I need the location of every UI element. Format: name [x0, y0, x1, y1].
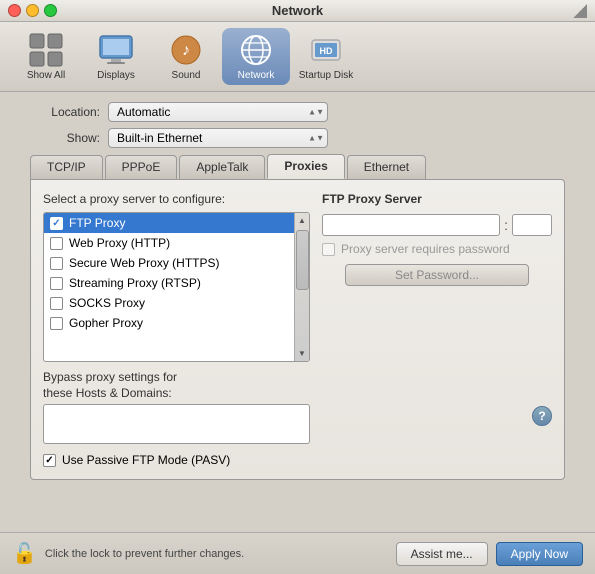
window-title: Network	[272, 3, 323, 18]
displays-label: Displays	[97, 70, 135, 81]
scroll-thumb[interactable]	[296, 230, 309, 290]
tab-pppoe[interactable]: PPPoE	[105, 155, 178, 179]
requires-password-row: Proxy server requires password	[322, 242, 552, 256]
proxy-scrollbar: ▲ ▼	[294, 213, 309, 361]
startup-disk-label: Startup Disk	[299, 70, 353, 81]
help-button[interactable]: ?	[532, 406, 552, 426]
minimize-button[interactable]	[26, 4, 39, 17]
bypass-label: Bypass proxy settings for these Hosts & …	[43, 370, 310, 401]
show-select[interactable]: Built-in Ethernet	[108, 128, 328, 148]
tab-appletalk[interactable]: AppleTalk	[179, 155, 265, 179]
network-icon	[238, 32, 274, 68]
toolbar-item-displays[interactable]: Displays	[82, 28, 150, 85]
lock-icon[interactable]: 🔓	[12, 541, 37, 566]
title-bar: Network	[0, 0, 595, 22]
toolbar-item-show-all[interactable]: Show All	[12, 28, 80, 85]
bypass-area: Bypass proxy settings for these Hosts & …	[43, 370, 310, 447]
requires-password-checkbox[interactable]	[322, 243, 335, 256]
proxy-item-streaming[interactable]: Streaming Proxy (RTSP)	[44, 273, 294, 293]
location-select-wrapper[interactable]: Automatic	[108, 102, 328, 122]
location-label: Location:	[20, 105, 100, 119]
left-column: Select a proxy server to configure: FTP …	[43, 192, 310, 467]
pasv-row: Use Passive FTP Mode (PASV)	[43, 453, 310, 467]
pasv-checkbox[interactable]	[43, 454, 56, 467]
proxy-item-ftp[interactable]: FTP Proxy	[44, 213, 294, 233]
ftp-server-row: :	[322, 214, 552, 236]
tab-bar: TCP/IP PPPoE AppleTalk Proxies Ethernet	[20, 154, 575, 179]
close-button[interactable]	[8, 4, 21, 17]
location-row: Location: Automatic	[20, 102, 575, 122]
ftp-proxy-label: FTP Proxy	[69, 216, 125, 230]
show-all-icon	[28, 32, 64, 68]
ftp-server-input[interactable]	[322, 214, 500, 236]
proxy-section-title: Select a proxy server to configure:	[43, 192, 310, 206]
show-row: Show: Built-in Ethernet	[20, 128, 575, 148]
socks-label: SOCKS Proxy	[69, 296, 145, 310]
ftp-port-input[interactable]	[512, 214, 552, 236]
show-select-wrapper[interactable]: Built-in Ethernet	[108, 128, 328, 148]
proxy-item-gopher[interactable]: Gopher Proxy	[44, 313, 294, 333]
sound-label: Sound	[172, 70, 201, 81]
streaming-label: Streaming Proxy (RTSP)	[69, 276, 201, 290]
svg-text:♪: ♪	[182, 42, 190, 59]
resize-handle[interactable]	[573, 4, 587, 18]
window-controls[interactable]	[8, 4, 57, 17]
show-label: Show:	[20, 131, 100, 145]
assist-me-button[interactable]: Assist me...	[396, 542, 488, 566]
network-label: Network	[238, 70, 275, 81]
location-select[interactable]: Automatic	[108, 102, 328, 122]
scroll-up-arrow[interactable]: ▲	[295, 213, 310, 228]
web-proxy-checkbox[interactable]	[50, 237, 63, 250]
panel-inner: Select a proxy server to configure: FTP …	[43, 192, 552, 467]
tab-ethernet[interactable]: Ethernet	[347, 155, 426, 179]
sound-icon: ♪	[168, 32, 204, 68]
proxy-list-items: FTP Proxy Web Proxy (HTTP) Secure Web Pr…	[44, 213, 294, 361]
proxy-item-secure-web[interactable]: Secure Web Proxy (HTTPS)	[44, 253, 294, 273]
panel: Select a proxy server to configure: FTP …	[30, 179, 565, 480]
apply-now-button[interactable]: Apply Now	[496, 542, 583, 566]
toolbar: Show All Displays ♪ Sound	[0, 22, 595, 92]
set-password-button[interactable]: Set Password...	[345, 264, 529, 286]
toolbar-item-network[interactable]: Network	[222, 28, 290, 85]
displays-icon	[98, 32, 134, 68]
bottom-bar: 🔓 Click the lock to prevent further chan…	[0, 532, 595, 574]
svg-text:HD: HD	[320, 46, 333, 56]
gopher-label: Gopher Proxy	[69, 316, 143, 330]
lock-info-text: Click the lock to prevent further change…	[45, 548, 388, 560]
scroll-down-arrow[interactable]: ▼	[295, 346, 310, 361]
secure-web-checkbox[interactable]	[50, 257, 63, 270]
web-proxy-label: Web Proxy (HTTP)	[69, 236, 170, 250]
toolbar-item-startup-disk[interactable]: HD Startup Disk	[292, 28, 360, 85]
streaming-checkbox[interactable]	[50, 277, 63, 290]
main-content: Location: Automatic Show: Built-in Ether…	[0, 92, 595, 490]
right-column: FTP Proxy Server : Proxy server requires…	[322, 192, 552, 467]
bypass-textarea[interactable]	[43, 404, 310, 444]
ftp-colon: :	[504, 217, 508, 233]
proxy-item-socks[interactable]: SOCKS Proxy	[44, 293, 294, 313]
proxy-item-web[interactable]: Web Proxy (HTTP)	[44, 233, 294, 253]
secure-web-label: Secure Web Proxy (HTTPS)	[69, 256, 219, 270]
proxy-list: FTP Proxy Web Proxy (HTTP) Secure Web Pr…	[43, 212, 310, 362]
socks-checkbox[interactable]	[50, 297, 63, 310]
requires-password-label: Proxy server requires password	[341, 242, 510, 256]
tab-tcpip[interactable]: TCP/IP	[30, 155, 103, 179]
ftp-proxy-title: FTP Proxy Server	[322, 192, 552, 206]
toolbar-item-sound[interactable]: ♪ Sound	[152, 28, 220, 85]
show-all-label: Show All	[27, 70, 65, 81]
gopher-checkbox[interactable]	[50, 317, 63, 330]
scroll-track	[295, 228, 309, 346]
ftp-proxy-checkbox[interactable]	[50, 217, 63, 230]
maximize-button[interactable]	[44, 4, 57, 17]
startup-disk-icon: HD	[308, 32, 344, 68]
tab-proxies[interactable]: Proxies	[267, 154, 344, 179]
pasv-label: Use Passive FTP Mode (PASV)	[62, 453, 230, 467]
